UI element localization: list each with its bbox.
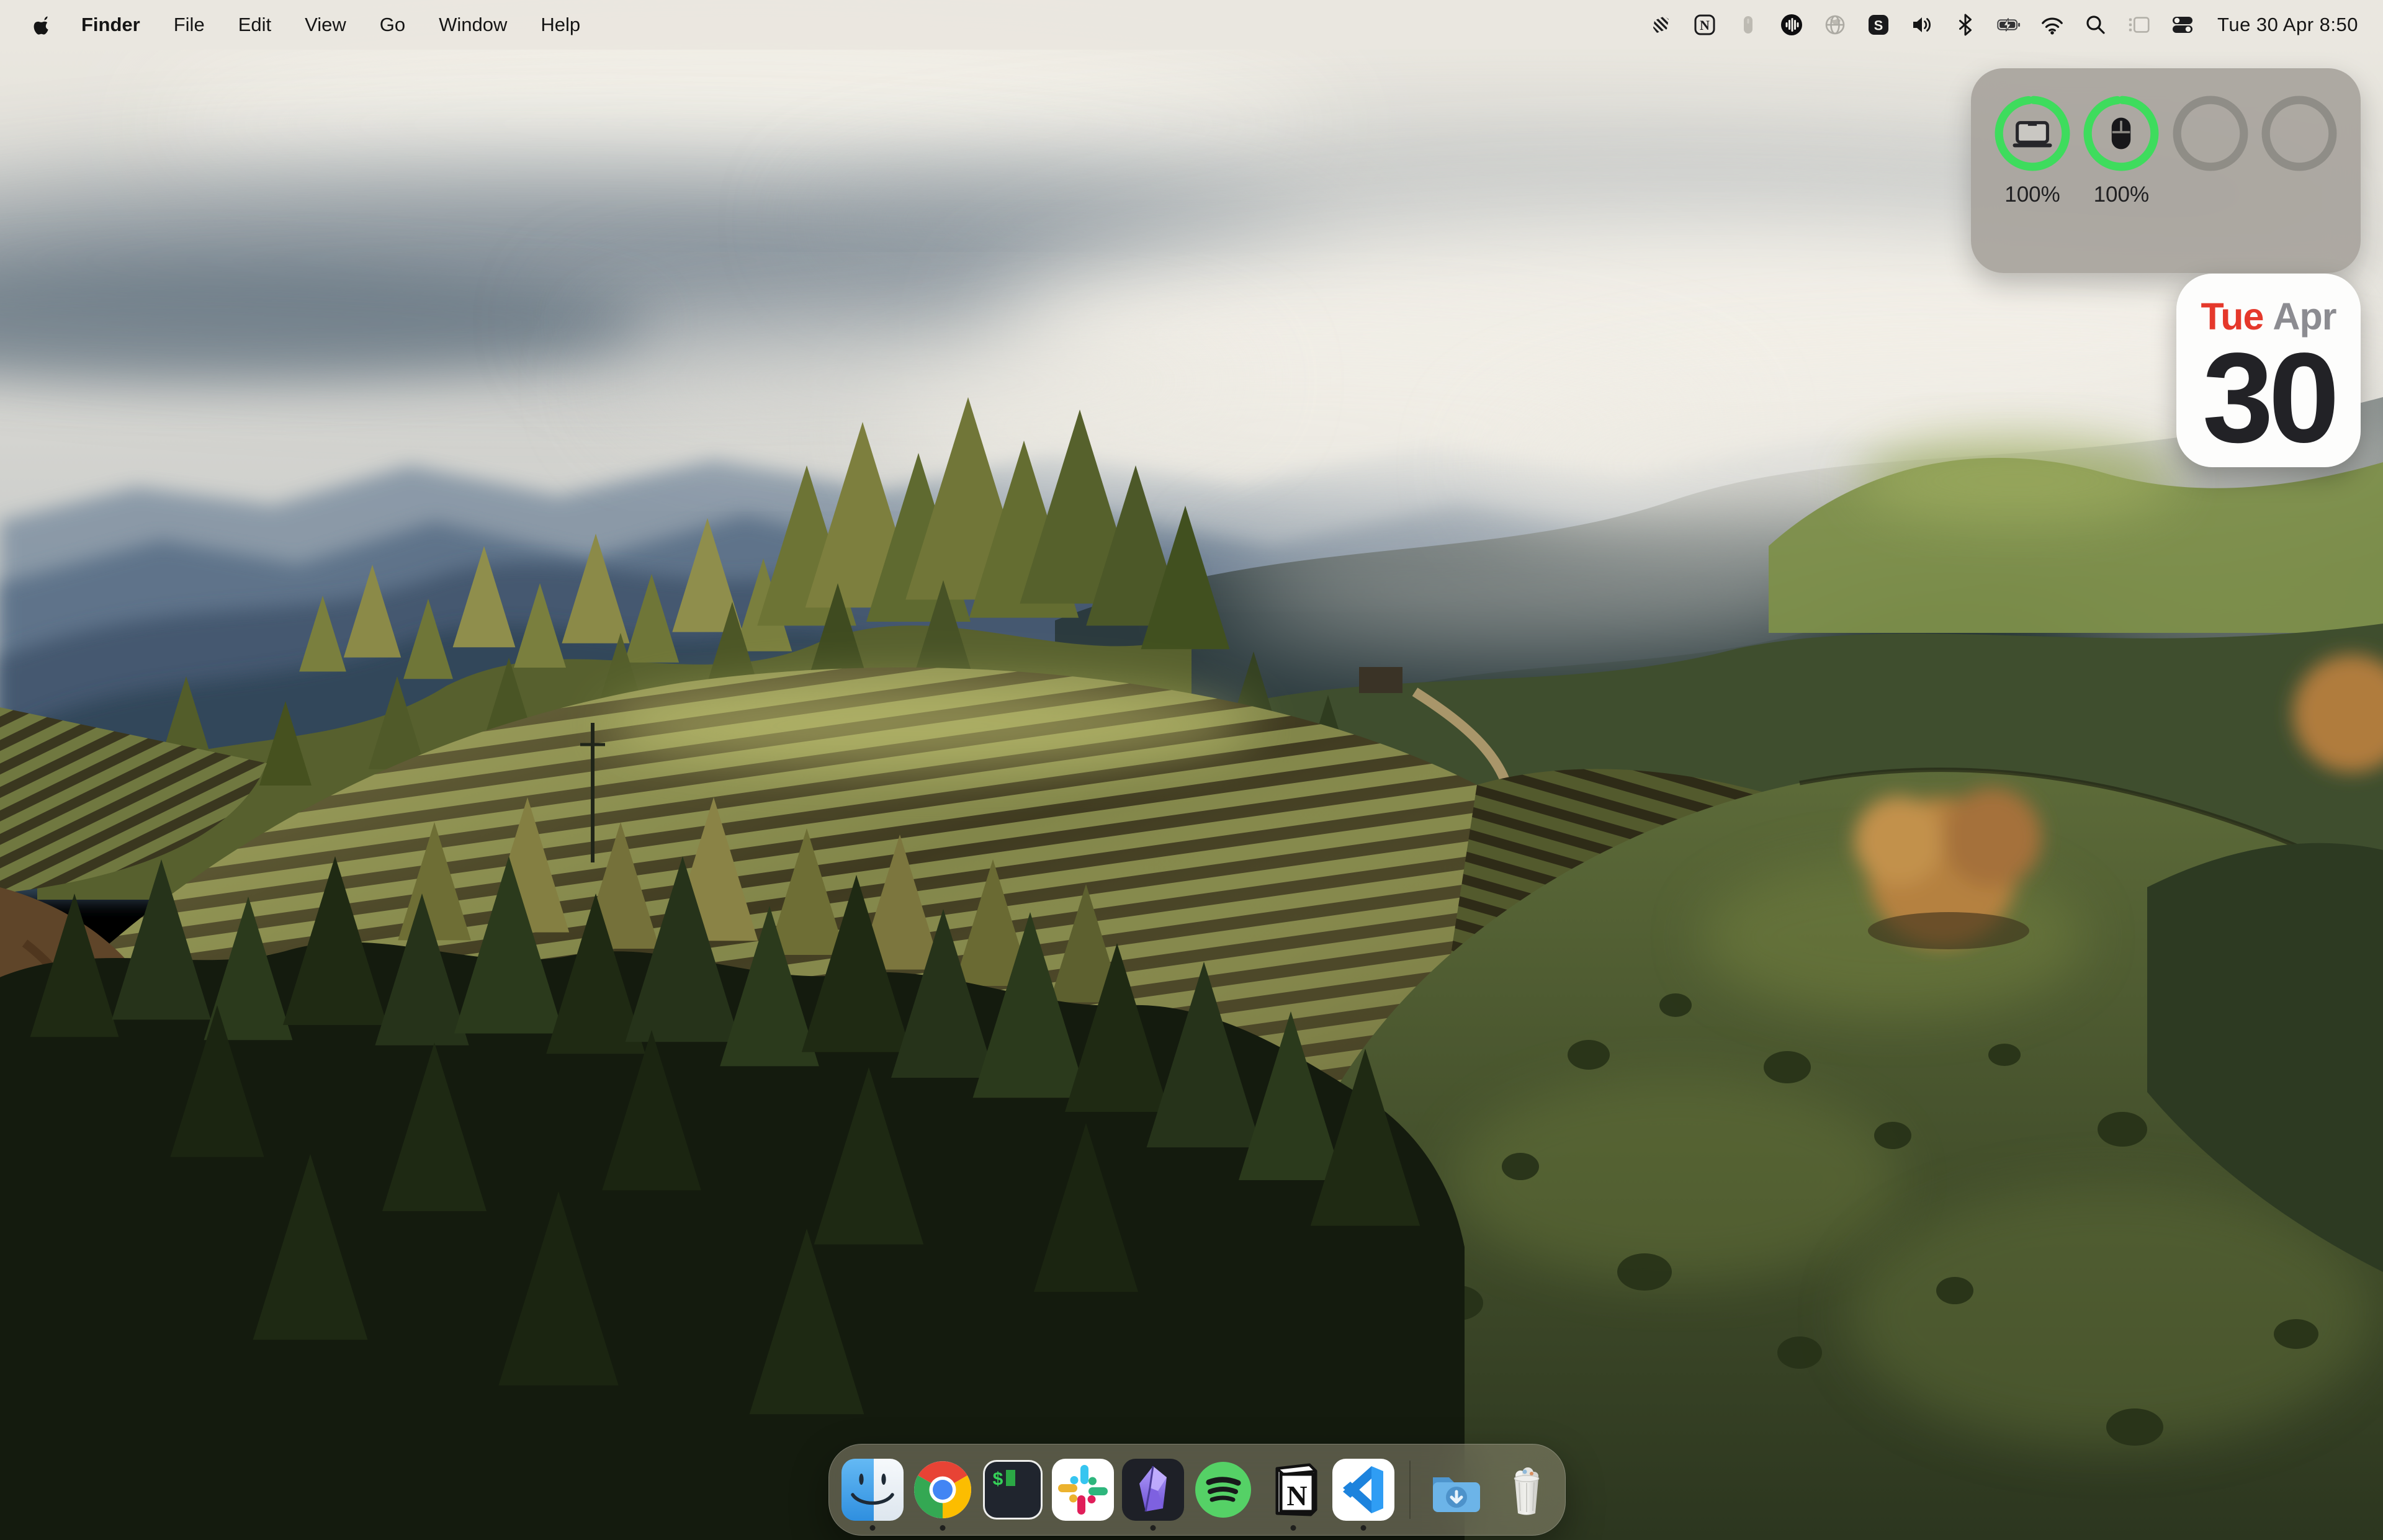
batteries-widget[interactable]: 100% 100% [1971, 68, 2361, 273]
trash-full-icon [1496, 1459, 1558, 1521]
battery-slot-empty-2 [2260, 94, 2338, 207]
downloads-folder-icon [1425, 1459, 1488, 1521]
apple-menu-icon[interactable] [31, 15, 51, 35]
battery-icon[interactable] [1996, 11, 2021, 38]
dock-item-finder[interactable] [841, 1459, 904, 1521]
wifi-icon[interactable] [2040, 11, 2065, 38]
running-indicator [1291, 1525, 1296, 1531]
menu-file[interactable]: File [157, 14, 222, 36]
battery-slot-empty-1 [2171, 94, 2250, 207]
spotlight-icon[interactable] [2083, 11, 2108, 38]
macos-desktop: Finder File Edit View Go Window Help N [0, 0, 2383, 1540]
running-indicator [1151, 1525, 1156, 1531]
laptop-icon [2013, 123, 2052, 148]
chrome-icon [912, 1459, 974, 1521]
globe-icon[interactable] [1823, 11, 1847, 38]
menu-go[interactable]: Go [363, 14, 422, 36]
empty-battery-ring [2260, 94, 2338, 172]
mouse-battery-percent: 100% [2094, 182, 2150, 207]
calendar-widget[interactable]: Tue Apr 30 [2176, 274, 2361, 467]
menu-view[interactable]: View [288, 14, 363, 36]
bluetooth-icon[interactable] [1953, 11, 1978, 38]
notion-menu-icon[interactable]: N [1692, 11, 1717, 38]
terminal-icon: $ [982, 1459, 1044, 1521]
battery-slot-laptop: 100% [1993, 94, 2071, 207]
menu-bar-clock[interactable]: Tue 30 Apr 8:50 [2217, 14, 2358, 36]
device-capsule-icon[interactable] [1736, 11, 1761, 38]
audio-waveform-icon[interactable] [1779, 11, 1804, 38]
dock-item-slack[interactable] [1052, 1459, 1114, 1521]
spotify-icon [1192, 1459, 1254, 1521]
menu-window[interactable]: Window [422, 14, 524, 36]
stage-manager-icon[interactable] [2127, 11, 2152, 38]
mouse-icon [2112, 118, 2130, 150]
dock-item-notion[interactable]: N [1262, 1459, 1324, 1521]
dock-item-vscode[interactable] [1332, 1459, 1394, 1521]
dock-item-terminal[interactable]: $ [982, 1459, 1044, 1521]
svg-text:N: N [1286, 1480, 1307, 1511]
menu-app-name[interactable]: Finder [65, 14, 157, 36]
menu-help[interactable]: Help [524, 14, 597, 36]
slack-icon [1052, 1459, 1114, 1521]
laptop-battery-percent: 100% [2004, 182, 2060, 207]
calendar-day: 30 [2202, 339, 2335, 457]
running-indicator [940, 1525, 946, 1531]
notion-icon: N [1262, 1459, 1324, 1521]
svg-text:$: $ [992, 1470, 1003, 1491]
menu-bar-status-area: N S [1649, 11, 2358, 38]
empty-battery-ring [2171, 94, 2250, 172]
dock-item-chrome[interactable] [912, 1459, 974, 1521]
volume-icon[interactable] [1910, 11, 1934, 38]
control-center-icon[interactable] [2170, 11, 2195, 38]
laptop-battery-ring [1993, 94, 2071, 172]
dock-item-spotify[interactable] [1192, 1459, 1254, 1521]
dock-item-trash[interactable] [1496, 1459, 1558, 1521]
finder-icon [841, 1459, 904, 1521]
mouse-battery-ring [2082, 94, 2160, 172]
running-indicator [1361, 1525, 1367, 1531]
obsidian-icon [1122, 1459, 1184, 1521]
menu-bar: Finder File Edit View Go Window Help N [0, 0, 2383, 50]
s-app-icon[interactable]: S [1866, 11, 1891, 38]
dock: $ [828, 1444, 1566, 1536]
dock-item-obsidian[interactable] [1122, 1459, 1184, 1521]
svg-text:N: N [1700, 17, 1710, 33]
dock-separator [1409, 1461, 1411, 1519]
battery-slot-mouse: 100% [2082, 94, 2160, 207]
running-indicator [870, 1525, 876, 1531]
vscode-icon [1332, 1459, 1394, 1521]
svg-text:S: S [1874, 18, 1883, 34]
striped-app-icon[interactable] [1649, 11, 1674, 38]
menu-edit[interactable]: Edit [222, 14, 288, 36]
dock-item-downloads[interactable] [1425, 1459, 1488, 1521]
